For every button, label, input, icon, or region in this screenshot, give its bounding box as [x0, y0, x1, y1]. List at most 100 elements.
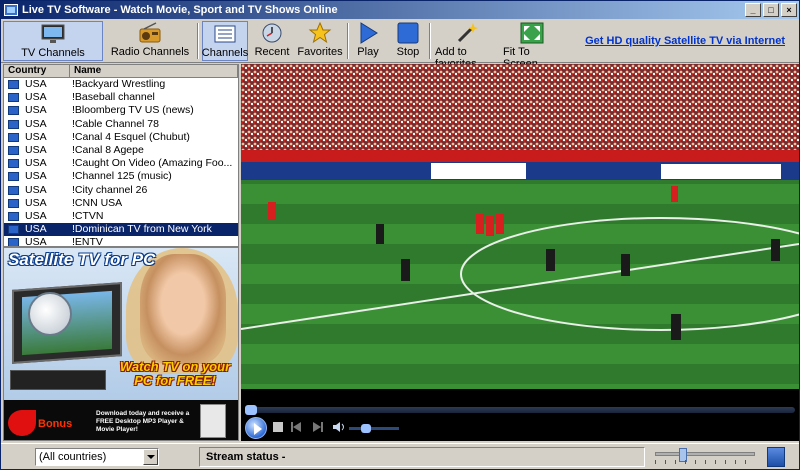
channel-row[interactable]: USA !Caught On Video (Amazing Foo...: [4, 157, 238, 170]
radio-channels-label: Radio Channels: [110, 46, 190, 58]
channel-country-cell: USA: [4, 144, 70, 157]
channel-country: USA: [25, 78, 47, 91]
channel-country: USA: [25, 144, 47, 157]
channel-name: !CNN USA: [72, 196, 123, 209]
toolbar-separator: [197, 23, 199, 59]
fit-to-screen-button[interactable]: Fit To Screen: [503, 21, 561, 70]
channel-country-cell: USA: [4, 223, 70, 236]
add-to-favorites-button[interactable]: Add to favorites: [435, 21, 499, 70]
channel-name: !Bloomberg TV US (news): [72, 104, 194, 117]
tv-app-icon: [4, 4, 18, 16]
satellite-dish-icon: [28, 292, 72, 336]
radio-channels-button[interactable]: Radio Channels: [107, 21, 193, 61]
channel-row[interactable]: USA !Dominican TV from New York: [4, 223, 238, 237]
channel-country: USA: [25, 196, 47, 209]
channel-name: !City channel 26: [72, 183, 148, 196]
statusbar-slider-ticks: [655, 460, 755, 464]
channel-country-cell: USA: [4, 170, 70, 183]
country-filter-select[interactable]: (All countries): [35, 448, 159, 466]
tv-channel-icon: [8, 146, 19, 156]
hd-satellite-promo-link[interactable]: Get HD quality Satellite TV via Internet: [585, 35, 785, 47]
channel-name: !Channel 125 (music): [72, 170, 172, 183]
volume-slider[interactable]: [349, 427, 399, 430]
channel-country: USA: [25, 117, 47, 130]
favorites-label: Favorites: [297, 46, 343, 58]
channel-row[interactable]: USA !Backyard Wrestling: [4, 78, 238, 91]
tv-channels-label: TV Channels: [21, 47, 85, 59]
tv-channel-icon: [8, 132, 19, 142]
channel-name: !Baseball channel: [72, 91, 155, 104]
channel-country-cell: USA: [4, 104, 70, 117]
channel-row[interactable]: USA !Bloomberg TV US (news): [4, 104, 238, 117]
tv-channel-icon: [8, 80, 19, 90]
stop-label: Stop: [396, 46, 420, 58]
close-button[interactable]: ×: [781, 3, 797, 17]
column-header-name[interactable]: Name: [70, 65, 238, 77]
channel-row[interactable]: USA !City channel 26: [4, 184, 238, 197]
chevron-down-icon[interactable]: [143, 449, 158, 465]
tv-channel-icon: [8, 172, 19, 182]
channel-row[interactable]: USA !Channel 125 (music): [4, 170, 238, 183]
channel-country-cell: USA: [4, 236, 70, 246]
channel-name: !ENTV: [72, 236, 103, 247]
seek-thumb[interactable]: [245, 405, 257, 415]
channel-country: USA: [25, 209, 47, 222]
tv-channel-icon: [8, 93, 19, 103]
play-button[interactable]: Play: [353, 21, 383, 61]
favorites-button[interactable]: Favorites: [297, 21, 343, 61]
set-top-box-image: [10, 370, 106, 390]
channel-country: USA: [25, 157, 47, 170]
title-bar[interactable]: Live TV Software - Watch Movie, Sport an…: [1, 1, 799, 19]
tv-channel-icon: [8, 225, 19, 235]
minimize-button[interactable]: _: [745, 3, 761, 17]
channels-button[interactable]: Channels: [202, 21, 248, 61]
channel-country: USA: [25, 130, 47, 143]
tv-channels-button[interactable]: TV Channels: [3, 21, 103, 61]
channel-row[interactable]: USA !Canal 4 Esquel (Chubut): [4, 131, 238, 144]
ad-woman-face: [140, 254, 226, 364]
fit-screen-icon: [520, 22, 544, 44]
country-filter-value: (All countries): [39, 451, 107, 463]
volume-speaker-icon[interactable]: [333, 422, 345, 432]
media-player-controls: [241, 389, 799, 441]
player-play-button[interactable]: [245, 417, 267, 439]
speaker-icon[interactable]: [767, 447, 785, 467]
play-icon: [356, 22, 380, 44]
channel-country-cell: USA: [4, 78, 70, 91]
toolbar: TV Channels Radio Channels Channels Rece…: [1, 19, 799, 70]
seek-bar[interactable]: [245, 405, 795, 415]
ad-watch-line2: PC for FREE!: [134, 373, 216, 388]
channel-row[interactable]: USA !Canal 8 Agepe: [4, 144, 238, 157]
app-window: Live TV Software - Watch Movie, Sport an…: [0, 0, 800, 470]
player-previous-icon[interactable]: [291, 422, 301, 432]
channel-country: USA: [25, 170, 47, 183]
toolbar-separator: [429, 23, 431, 59]
video-display[interactable]: [241, 64, 799, 389]
channel-country-cell: USA: [4, 210, 70, 223]
channel-country-cell: USA: [4, 197, 70, 210]
player-stop-icon[interactable]: [273, 422, 283, 432]
channel-row[interactable]: USA !CNN USA: [4, 197, 238, 210]
channel-row[interactable]: USA !CTVN: [4, 210, 238, 223]
stop-button[interactable]: Stop: [392, 21, 424, 61]
magic-wand-icon: [455, 22, 479, 44]
volume-slider-thumb[interactable]: [361, 424, 371, 433]
player-next-icon[interactable]: [313, 422, 323, 432]
tv-channel-icon: [8, 198, 19, 208]
channel-country-cell: USA: [4, 91, 70, 104]
statusbar-volume-slider[interactable]: [655, 452, 755, 456]
channel-row[interactable]: USA !ENTV: [4, 236, 238, 247]
stream-status-text: Stream status -: [206, 451, 286, 463]
channel-list[interactable]: Country Name USA !Backyard Wrestling USA !B…: [3, 64, 239, 247]
channel-row[interactable]: USA !Baseball channel: [4, 91, 238, 104]
column-header-country[interactable]: Country: [4, 65, 70, 77]
channel-list-body: USA !Backyard Wrestling USA !Baseball chann…: [4, 78, 238, 247]
toolbar-separator: [347, 23, 349, 59]
tv-channel-icon: [8, 238, 19, 246]
recent-button[interactable]: Recent: [252, 21, 292, 61]
channel-name: !Backyard Wrestling: [72, 78, 166, 90]
satellite-tv-ad-banner[interactable]: Satellite TV for PC Watch TV on your PC …: [3, 247, 239, 441]
channel-row[interactable]: USA !Cable Channel 78: [4, 118, 238, 131]
channel-name: !Canal 4 Esquel (Chubut): [72, 130, 190, 143]
maximize-button[interactable]: □: [763, 3, 779, 17]
